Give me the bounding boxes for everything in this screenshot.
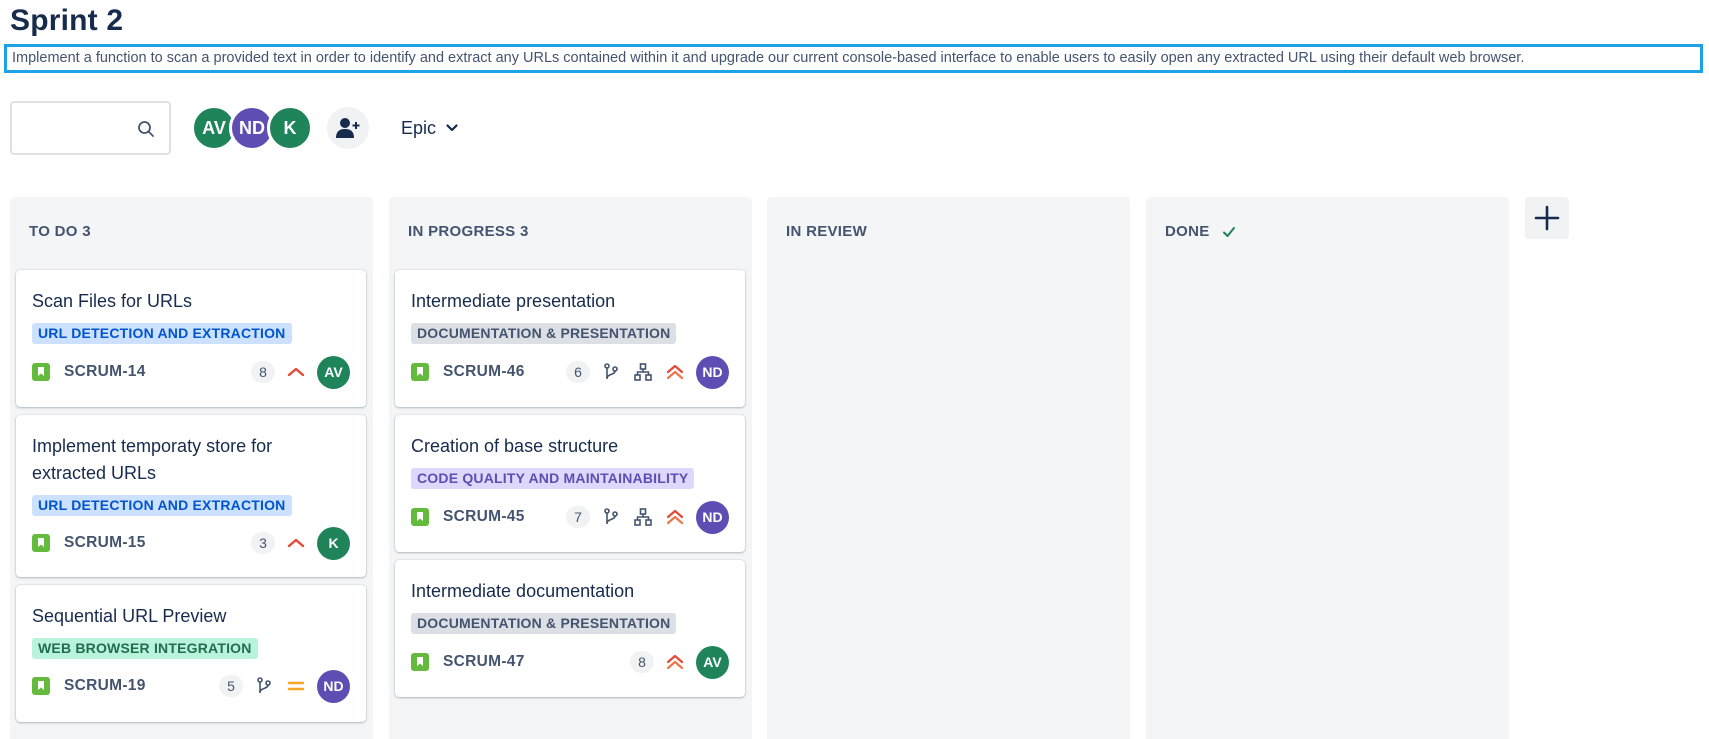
card-footer: SCRUM-15 3 K	[32, 526, 350, 560]
story-points: 8	[630, 651, 654, 673]
column-title: TO DO 3	[29, 223, 91, 240]
column-in-review: IN REVIEW	[767, 197, 1130, 739]
assignee-avatar[interactable]: AV	[696, 645, 729, 679]
plus-icon	[1534, 205, 1560, 231]
issue-title: Intermediate documentation	[411, 581, 635, 601]
chevron-down-icon	[446, 124, 458, 132]
add-column-button[interactable]	[1525, 197, 1569, 239]
story-icon	[32, 534, 50, 552]
assignee-avatar[interactable]: K	[317, 526, 350, 560]
column-done: DONE	[1146, 197, 1509, 739]
card-footer: SCRUM-46 6 ND	[411, 355, 729, 389]
issue-key[interactable]: SCRUM-15	[64, 534, 146, 552]
epic-lozenge: CODE QUALITY AND MAINTAINABILITY	[411, 468, 695, 489]
column-header: IN PROGRESS 3	[408, 223, 529, 240]
assignee-avatar[interactable]: AV	[317, 355, 350, 389]
issue-title: Creation of base structure	[411, 436, 619, 456]
issue-card[interactable]: Implement temporaty store for extracted …	[16, 415, 366, 577]
subtasks-icon[interactable]	[632, 506, 654, 528]
story-icon	[411, 653, 429, 671]
issue-card[interactable]: Scan Files for URLs URL DETECTION AND EX…	[16, 270, 366, 407]
priority-highest-icon	[664, 506, 686, 528]
card-footer: SCRUM-19 5 ND	[32, 669, 350, 703]
epic-filter-label: Epic	[401, 117, 437, 138]
add-user-icon	[336, 118, 360, 138]
card-footer: SCRUM-47 8 AV	[411, 645, 729, 679]
search-icon	[138, 121, 154, 137]
epic-lozenge: WEB BROWSER INTEGRATION	[32, 638, 258, 659]
board-toolbar: AV ND K Epic	[10, 101, 458, 155]
issue-card[interactable]: Creation of base structure CODE QUALITY …	[395, 415, 745, 552]
story-points: 5	[219, 675, 243, 697]
search-input[interactable]	[10, 101, 171, 155]
story-points: 3	[251, 532, 275, 554]
branch-icon[interactable]	[600, 506, 622, 528]
story-points: 8	[251, 361, 275, 383]
column-header: TO DO 3	[29, 223, 91, 240]
epic-filter-dropdown[interactable]: Epic	[401, 118, 458, 139]
branch-icon[interactable]	[600, 361, 622, 383]
card-footer: SCRUM-45 7 ND	[411, 500, 729, 534]
story-icon	[411, 363, 429, 381]
column-title: IN REVIEW	[786, 223, 868, 240]
issue-title: Implement temporaty store for extracted …	[32, 436, 273, 483]
column-header: IN REVIEW	[786, 223, 867, 240]
assignee-filter-avatars: AV ND K	[191, 105, 313, 151]
add-user-button[interactable]	[327, 107, 369, 149]
epic-lozenge: URL DETECTION AND EXTRACTION	[32, 323, 292, 344]
story-icon	[32, 363, 50, 381]
story-points: 7	[566, 506, 590, 528]
issue-title: Sequential URL Preview	[32, 606, 227, 626]
avatar[interactable]: K	[267, 105, 313, 151]
issue-title: Intermediate presentation	[411, 291, 616, 311]
epic-lozenge: DOCUMENTATION & PRESENTATION	[411, 323, 677, 344]
story-points: 6	[566, 361, 590, 383]
assignee-avatar[interactable]: ND	[696, 500, 729, 534]
issue-key[interactable]: SCRUM-19	[64, 677, 146, 695]
issue-key[interactable]: SCRUM-14	[64, 363, 146, 381]
issue-card[interactable]: Sequential URL Preview WEB BROWSER INTEG…	[16, 585, 366, 722]
column-todo: TO DO 3 Scan Files for URLs URL DETECTIO…	[10, 197, 373, 739]
epic-lozenge: DOCUMENTATION & PRESENTATION	[411, 613, 677, 634]
column-header: DONE	[1165, 223, 1236, 240]
priority-high-icon	[285, 361, 307, 383]
issue-key[interactable]: SCRUM-47	[443, 653, 525, 671]
issue-card[interactable]: Intermediate documentation DOCUMENTATION…	[395, 560, 745, 697]
issue-key[interactable]: SCRUM-46	[443, 363, 525, 381]
subtasks-icon[interactable]	[632, 361, 654, 383]
column-title: IN PROGRESS 3	[408, 223, 529, 240]
issue-key[interactable]: SCRUM-45	[443, 508, 525, 526]
story-icon	[32, 677, 50, 695]
card-footer: SCRUM-14 8 AV	[32, 355, 350, 389]
priority-highest-icon	[664, 361, 686, 383]
check-icon	[1222, 226, 1235, 237]
assignee-avatar[interactable]: ND	[696, 355, 729, 389]
story-icon	[411, 508, 429, 526]
column-in-progress: IN PROGRESS 3 Intermediate presentation …	[389, 197, 752, 739]
column-title: DONE	[1165, 223, 1210, 240]
epic-lozenge: URL DETECTION AND EXTRACTION	[32, 495, 292, 516]
sprint-goal[interactable]: Implement a function to scan a provided …	[4, 44, 1703, 73]
sprint-title: Sprint 2	[10, 4, 124, 37]
priority-high-icon	[285, 532, 307, 554]
priority-highest-icon	[664, 651, 686, 673]
branch-icon[interactable]	[253, 675, 275, 697]
issue-card[interactable]: Intermediate presentation DOCUMENTATION …	[395, 270, 745, 407]
issue-title: Scan Files for URLs	[32, 291, 193, 311]
assignee-avatar[interactable]: ND	[317, 669, 350, 703]
priority-medium-icon	[285, 675, 307, 697]
